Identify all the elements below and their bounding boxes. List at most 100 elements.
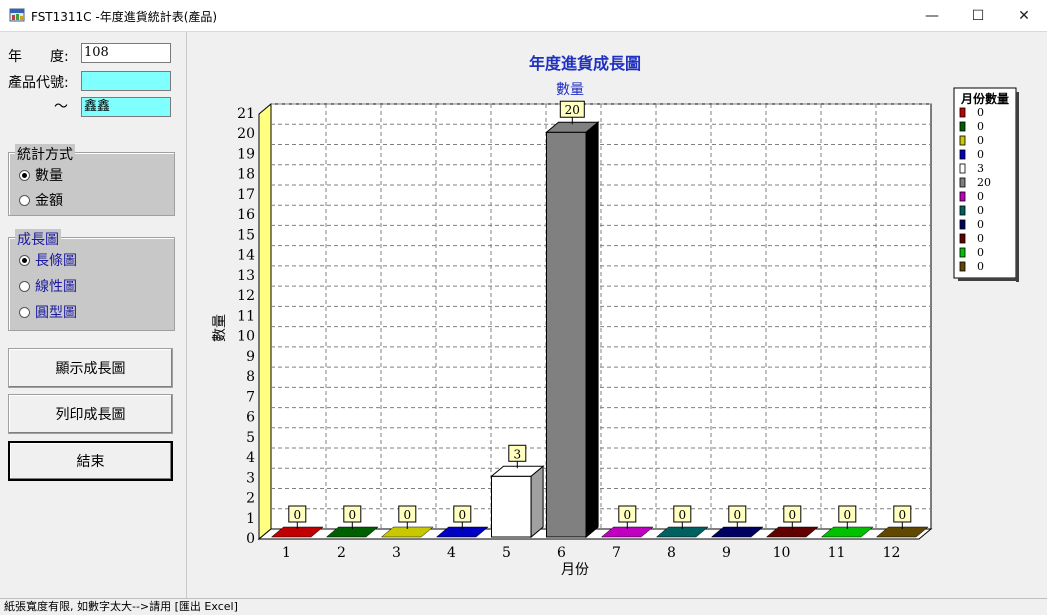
- control-panel: 年 度: 108 產品代號: ～ 鑫鑫 統計方式 數量 金額 成長圖 長條圖 線…: [0, 32, 185, 598]
- legend-swatch: [959, 149, 966, 160]
- legend-value: 3: [977, 162, 984, 175]
- x-tick-label: 6: [557, 545, 566, 561]
- close-button[interactable]: ✕: [1001, 0, 1047, 31]
- data-label: 0: [293, 508, 301, 522]
- data-label: 0: [788, 508, 796, 522]
- y-tick-label: 20: [237, 126, 255, 142]
- minimize-button[interactable]: —: [909, 0, 955, 31]
- radio-pie-chart[interactable]: 圓型圖: [19, 302, 77, 322]
- bar-side: [585, 121, 599, 539]
- y-tick-label: 0: [246, 531, 255, 547]
- y-tick-label: 10: [237, 329, 255, 345]
- plot-left-wall: [258, 102, 272, 541]
- x-tick-label: 3: [392, 545, 401, 561]
- legend-value: 0: [977, 148, 984, 161]
- data-label: 3: [513, 447, 521, 461]
- x-tick-label: 2: [337, 545, 346, 561]
- legend-shadow: [1016, 92, 1019, 282]
- legend-swatch: [959, 205, 966, 216]
- product-code-from-input[interactable]: [81, 71, 171, 91]
- legend-title: 月份數量: [960, 91, 1009, 106]
- y-tick-label: 5: [246, 430, 255, 446]
- x-tick-label: 12: [883, 545, 901, 561]
- plot-area: 0123456789101112131415161718192021010203…: [237, 100, 933, 561]
- legend-shadow: [958, 278, 1019, 281]
- status-bar: 紙張寬度有限, 如數字太大-->請用 [匯出 Excel]: [0, 598, 1047, 615]
- y-tick-label: 21: [237, 106, 255, 122]
- legend-swatch: [959, 121, 966, 132]
- y-tick-label: 7: [246, 389, 255, 405]
- legend-value: 0: [977, 190, 984, 203]
- legend-swatch: [959, 107, 966, 118]
- legend-swatch: [959, 191, 966, 202]
- year-input[interactable]: 108: [81, 43, 171, 63]
- legend-swatch: [959, 177, 966, 188]
- data-label: 20: [565, 103, 580, 117]
- chart-subtitle: 數量: [556, 82, 584, 98]
- maximize-button[interactable]: ☐: [955, 0, 1001, 31]
- chart-legend: 月份數量 0000320000000: [953, 87, 1019, 282]
- data-label: 0: [678, 508, 686, 522]
- bar-side: [530, 465, 544, 539]
- print-chart-button[interactable]: 列印成長圖: [8, 394, 173, 434]
- radio-empty-icon: [19, 194, 30, 206]
- maximize-icon: ☐: [971, 7, 985, 24]
- stat-method-group: 統計方式 數量 金額: [8, 144, 175, 216]
- chart-title: 年度進貨成長圖: [529, 54, 641, 73]
- radio-empty-icon: [19, 306, 30, 318]
- x-tick-label: 8: [667, 545, 676, 561]
- legend-swatch: [959, 219, 966, 230]
- bar-front: [491, 475, 532, 538]
- radio-bar-chart[interactable]: 長條圖: [19, 250, 77, 270]
- growth-chart-title: 成長圖: [15, 229, 61, 249]
- x-tick-label: 10: [773, 545, 791, 561]
- y-tick-label: 11: [237, 308, 255, 324]
- legend-swatch: [959, 163, 966, 174]
- legend-value: 0: [977, 204, 984, 217]
- end-button[interactable]: 結束: [8, 441, 173, 481]
- product-code-to-input[interactable]: 鑫鑫: [81, 97, 171, 117]
- radio-amount[interactable]: 金額: [19, 190, 63, 210]
- data-label: 0: [403, 508, 411, 522]
- growth-chart-group: 成長圖 長條圖 線性圖 圓型圖: [8, 229, 175, 331]
- legend-value: 0: [977, 246, 984, 259]
- x-tick-label: 4: [447, 545, 456, 561]
- y-tick-label: 8: [246, 369, 255, 385]
- y-tick-label: 12: [237, 288, 255, 304]
- y-tick-label: 1: [246, 511, 255, 527]
- y-tick-label: 15: [237, 227, 255, 243]
- x-tick-label: 5: [502, 545, 511, 561]
- legend-swatch: [959, 233, 966, 244]
- radio-empty-icon: [19, 280, 30, 292]
- product-code-label: 產品代號:: [8, 75, 69, 91]
- data-label: 0: [458, 508, 466, 522]
- bar-chart: 年度進貨成長圖 數量 月份 數量 01234567891011121314151…: [212, 54, 1019, 578]
- data-label: 0: [623, 508, 631, 522]
- range-tilde: ～: [54, 99, 68, 115]
- y-tick-label: 9: [246, 349, 255, 365]
- data-label: 0: [733, 508, 741, 522]
- legend-value: 20: [977, 176, 991, 189]
- y-tick-label: 13: [237, 268, 255, 284]
- chart-panel: 年度進貨成長圖 數量 月份 數量 0 1 2 3 4 5 6 7 8 9 10 11 12 13 14 15 1…: [186, 32, 1047, 598]
- x-tick-label: 9: [722, 545, 731, 561]
- legend-swatch: [959, 135, 966, 146]
- minimize-icon: —: [925, 7, 939, 24]
- radio-line-chart[interactable]: 線性圖: [19, 276, 77, 296]
- radio-selected-icon: [19, 169, 30, 181]
- legend-value: 0: [977, 134, 984, 147]
- y-tick-label: 18: [237, 167, 255, 183]
- y-tick-label: 19: [237, 146, 255, 162]
- close-icon: ✕: [1018, 7, 1030, 24]
- year-label: 年 度:: [8, 49, 69, 65]
- y-tick-label: 4: [246, 450, 255, 466]
- bar: 20: [545, 100, 600, 539]
- y-axis-label: 數量: [212, 314, 228, 342]
- legend-value: 0: [977, 218, 984, 231]
- show-chart-button[interactable]: 顯示成長圖: [8, 348, 173, 388]
- radio-quantity[interactable]: 數量: [19, 165, 63, 185]
- x-tick-label: 1: [282, 545, 291, 561]
- legend-value: 0: [977, 120, 984, 133]
- window-title: FST1311C -年度進貨統計表(產品): [31, 10, 218, 24]
- y-tick-label: 2: [246, 491, 255, 507]
